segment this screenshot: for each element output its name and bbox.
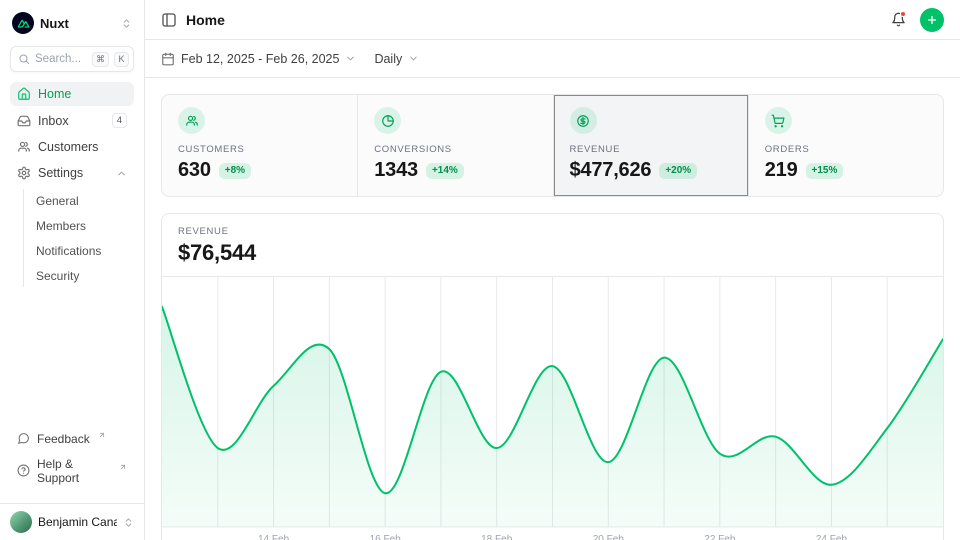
dashboard-app: Nuxt Search... ⌘ K Home [0, 0, 960, 540]
revenue-area-chart: 14 Feb 16 Feb 18 Feb 20 Feb 22 Feb 24 Feb [162, 277, 943, 540]
cart-icon [765, 107, 792, 134]
search-icon [18, 53, 30, 65]
svg-text:22 Feb: 22 Feb [704, 534, 736, 540]
date-range-picker[interactable]: Feb 12, 2025 - Feb 26, 2025 [161, 52, 356, 66]
help-circle-icon [17, 464, 30, 477]
chevrons-up-down-icon [123, 517, 134, 528]
search-placeholder: Search... [35, 53, 87, 65]
stat-delta-badge: +20% [659, 163, 697, 179]
help-support-label: Help & Support [37, 457, 111, 485]
team-selector[interactable]: Nuxt [10, 8, 134, 38]
svg-text:18 Feb: 18 Feb [481, 534, 513, 540]
sidebar-item-inbox[interactable]: Inbox 4 [10, 108, 134, 133]
inbox-count-badge: 4 [112, 113, 127, 128]
notification-dot [900, 11, 906, 17]
sidebar-item-customers[interactable]: Customers [10, 135, 134, 159]
sidebar-toggle-icon[interactable] [161, 12, 177, 28]
feedback-link[interactable]: Feedback [10, 427, 134, 450]
feedback-label: Feedback [37, 432, 90, 446]
filter-bar: Feb 12, 2025 - Feb 26, 2025 Daily [145, 40, 960, 78]
stats-row: CUSTOMERS 630 +8% CONVERSIONS 1343 +14% [161, 94, 944, 197]
sidebar-nav: Home Inbox 4 Customers Sett [10, 82, 134, 419]
sidebar-item-label: Home [38, 87, 71, 101]
stat-value: $477,626 [570, 159, 652, 182]
svg-text:14 Feb: 14 Feb [258, 534, 290, 540]
stat-card-conversions[interactable]: CONVERSIONS 1343 +14% [357, 95, 552, 196]
help-support-link[interactable]: Help & Support [10, 452, 134, 489]
sidebar-item-label: Customers [38, 140, 98, 154]
users-icon [17, 140, 31, 154]
stat-label: ORDERS [765, 144, 927, 155]
chevrons-up-down-icon [121, 18, 132, 29]
svg-text:24 Feb: 24 Feb [816, 534, 848, 540]
message-circle-icon [17, 432, 30, 445]
stat-delta-badge: +14% [426, 163, 464, 179]
sidebar-item-security[interactable]: Security [28, 264, 134, 287]
stat-label: CONVERSIONS [374, 144, 536, 155]
sidebar-item-notifications[interactable]: Notifications [28, 239, 134, 262]
sidebar-item-general[interactable]: General [28, 189, 134, 212]
chevron-down-icon [408, 53, 419, 64]
chart-region[interactable]: 14 Feb 16 Feb 18 Feb 20 Feb 22 Feb 24 Feb [162, 276, 943, 540]
stat-card-orders[interactable]: ORDERS 219 +15% [748, 95, 943, 196]
add-button[interactable] [920, 8, 944, 32]
main-panel: Home Feb 12, 2025 - Feb 26, 2025 [145, 0, 960, 540]
granularity-select[interactable]: Daily [374, 52, 419, 66]
content-area: CUSTOMERS 630 +8% CONVERSIONS 1343 +14% [145, 78, 960, 540]
stat-value: 630 [178, 159, 211, 182]
stat-delta-badge: +8% [219, 163, 251, 179]
sidebar: Nuxt Search... ⌘ K Home [0, 0, 145, 540]
chevron-up-icon [116, 168, 127, 179]
avatar [10, 511, 32, 533]
chevron-down-icon [345, 53, 356, 64]
chart-value: $76,544 [178, 240, 927, 266]
date-range-label: Feb 12, 2025 - Feb 26, 2025 [181, 52, 339, 66]
chart-header: REVENUE $76,544 [162, 214, 943, 276]
stat-value: 1343 [374, 159, 418, 182]
notifications-button[interactable] [891, 12, 906, 27]
topbar: Home [145, 0, 960, 40]
stat-card-customers[interactable]: CUSTOMERS 630 +8% [162, 95, 357, 196]
kbd-k: K [114, 52, 129, 67]
sidebar-item-home[interactable]: Home [10, 82, 134, 106]
calendar-icon [161, 52, 175, 66]
gear-icon [17, 166, 31, 180]
stat-delta-badge: +15% [806, 163, 844, 179]
sidebar-item-label: Settings [38, 166, 83, 180]
team-name: Nuxt [40, 16, 115, 31]
stat-value: 219 [765, 159, 798, 182]
inbox-icon [17, 114, 31, 128]
sidebar-footer: Feedback Help & Support [10, 427, 134, 495]
revenue-chart-card: REVENUE $76,544 14 Feb 16 Feb 18 Feb 20 Feb… [161, 213, 944, 540]
stat-label: REVENUE [570, 144, 732, 155]
chart-label: REVENUE [178, 226, 927, 237]
sidebar-item-label: Inbox [38, 114, 69, 128]
user-name: Benjamin Canac [38, 515, 117, 529]
granularity-label: Daily [374, 52, 402, 66]
search-input[interactable]: Search... ⌘ K [10, 46, 134, 72]
page-title: Home [186, 12, 225, 28]
sidebar-item-members[interactable]: Members [28, 214, 134, 237]
kbd-cmd: ⌘ [92, 52, 109, 67]
user-menu[interactable]: Benjamin Canac [0, 503, 144, 540]
chart-pie-icon [374, 107, 401, 134]
stat-card-revenue[interactable]: REVENUE $477,626 +20% [553, 95, 748, 196]
external-link-icon [119, 463, 127, 471]
sidebar-item-settings[interactable]: Settings [10, 161, 134, 185]
settings-submenu: General Members Notifications Security [23, 189, 134, 287]
svg-text:20 Feb: 20 Feb [593, 534, 625, 540]
svg-text:16 Feb: 16 Feb [370, 534, 402, 540]
external-link-icon [98, 431, 106, 439]
home-icon [17, 87, 31, 101]
stat-label: CUSTOMERS [178, 144, 341, 155]
nuxt-logo-icon [12, 12, 34, 34]
circle-dollar-icon [570, 107, 597, 134]
users-icon [178, 107, 205, 134]
